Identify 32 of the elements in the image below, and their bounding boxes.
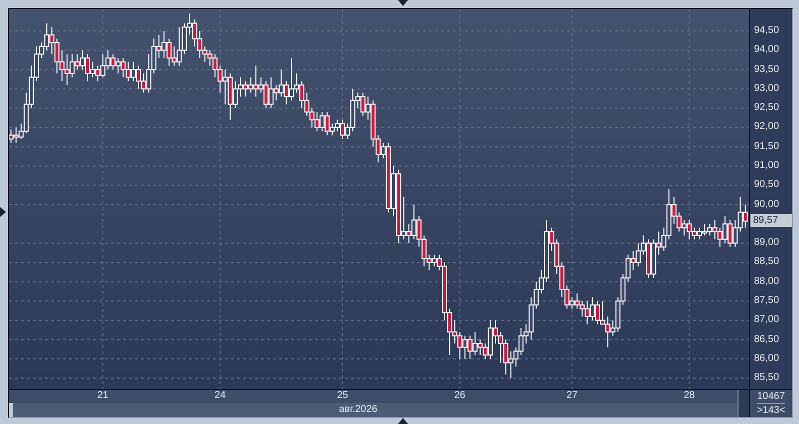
date-axis-label: 21: [96, 390, 110, 401]
price-axis-label: 91,00: [754, 160, 780, 171]
price-axis-label: 92,50: [754, 102, 780, 114]
up-triangle-icon: [398, 418, 408, 424]
price-axis-label: 92,00: [754, 121, 780, 132]
price-axis-label: 91,50: [754, 140, 780, 152]
price-axis-label: 90,00: [754, 198, 780, 210]
down-triangle-icon: [398, 0, 408, 6]
price-axis-label: 89,00: [754, 237, 780, 248]
date-axis-label: 25: [336, 390, 350, 401]
month-label: авг.2026: [339, 403, 378, 417]
price-axis-label: 87,00: [754, 314, 780, 326]
bar-count: 10467: [757, 390, 785, 404]
visible-range-count: >143<: [756, 404, 786, 417]
price-axis-label: 85,50: [754, 372, 780, 384]
price-axis-label: 94,00: [754, 44, 780, 56]
price-axis-label: 90,50: [754, 179, 780, 190]
scroll-handle[interactable]: [737, 390, 749, 417]
price-axis-label: 94,50: [754, 24, 780, 36]
right-triangle-icon: [0, 207, 6, 217]
price-axis-label: 88,00: [754, 276, 780, 287]
price-axis-label: 86,50: [754, 334, 780, 345]
current-price-label: 89,57: [750, 214, 792, 228]
price-axis-label: 87,50: [754, 295, 780, 306]
price-axis-label: 88,50: [754, 256, 780, 268]
price-axis-label: 93,00: [754, 82, 780, 94]
date-axis-label: 28: [682, 390, 696, 401]
date-axis-label: 26: [453, 390, 466, 401]
price-axis-label: 93,50: [754, 64, 780, 75]
date-axis-label: 24: [214, 390, 227, 401]
date-axis-label: 27: [565, 390, 579, 401]
price-axis-label: 86,00: [754, 352, 780, 364]
